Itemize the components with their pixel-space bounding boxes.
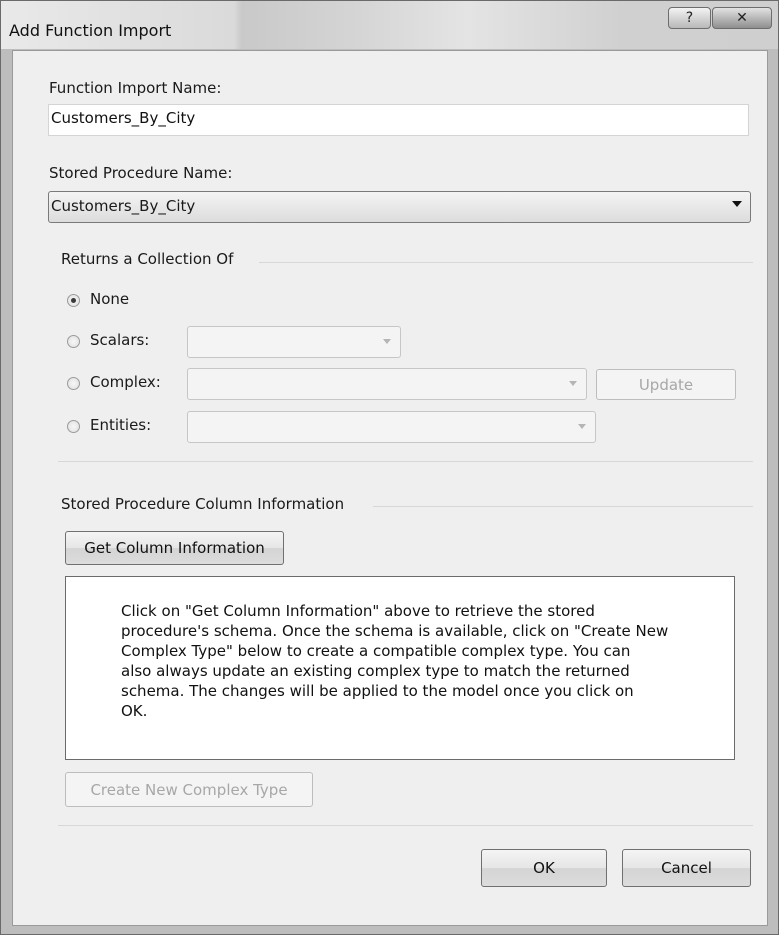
help-button[interactable]: ? <box>668 7 711 29</box>
function-import-name-input[interactable]: Customers_By_City <box>48 104 749 136</box>
stored-procedure-dropdown[interactable]: Customers_By_City <box>48 191 751 223</box>
info-line: also always update an existing complex t… <box>121 662 630 680</box>
radio-complex-label: Complex: <box>90 373 161 391</box>
add-function-import-dialog: Add Function Import ? ✕ Function Import … <box>0 0 779 935</box>
returns-group-label: Returns a Collection Of <box>61 250 234 268</box>
stored-procedure-name-label: Stored Procedure Name: <box>49 164 233 182</box>
radio-entities-label: Entities: <box>90 416 152 434</box>
column-info-group-label: Stored Procedure Column Information <box>61 495 345 513</box>
cancel-button[interactable]: Cancel <box>622 849 751 887</box>
update-button[interactable]: Update <box>596 369 736 400</box>
function-import-name-value: Customers_By_City <box>51 109 196 127</box>
radio-entities[interactable] <box>67 420 80 433</box>
create-new-complex-type-button[interactable]: Create New Complex Type <box>65 772 313 807</box>
close-button[interactable]: ✕ <box>712 7 772 29</box>
ok-button[interactable]: OK <box>481 849 607 887</box>
chevron-down-icon <box>732 201 742 207</box>
radio-none-label: None <box>90 290 130 308</box>
close-icon: ✕ <box>736 10 748 26</box>
info-line: procedure's schema. Once the schema is a… <box>121 622 669 640</box>
chevron-down-icon <box>569 381 577 386</box>
column-info-text: Click on "Get Column Information" above … <box>121 601 681 721</box>
returns-group-divider <box>259 262 753 263</box>
column-info-group-bottom-divider <box>58 825 753 826</box>
help-icon: ? <box>685 10 694 26</box>
info-line: Complex Type" below to create a compatib… <box>121 642 631 660</box>
chevron-down-icon <box>383 339 391 344</box>
column-info-panel: Click on "Get Column Information" above … <box>65 576 735 760</box>
radio-complex[interactable] <box>67 377 80 390</box>
window-title: Add Function Import <box>9 21 172 40</box>
cancel-button-label: Cancel <box>661 859 712 877</box>
dialog-body: Function Import Name: Customers_By_City … <box>12 50 768 926</box>
scalars-dropdown[interactable] <box>187 326 401 358</box>
title-bar: Add Function Import ? ✕ <box>1 1 778 49</box>
create-new-complex-type-label: Create New Complex Type <box>90 780 288 799</box>
info-line: OK. <box>121 702 148 720</box>
entities-dropdown[interactable] <box>187 411 596 443</box>
returns-group-bottom-divider <box>58 461 753 462</box>
get-column-information-label: Get Column Information <box>84 539 265 557</box>
update-button-label: Update <box>638 375 694 394</box>
radio-scalars[interactable] <box>67 335 80 348</box>
radio-scalars-label: Scalars: <box>90 331 150 349</box>
chevron-down-icon <box>578 424 586 429</box>
stored-procedure-selected-value: Customers_By_City <box>51 197 196 215</box>
complex-dropdown[interactable] <box>187 368 587 400</box>
radio-none[interactable] <box>67 294 80 307</box>
column-info-group-divider <box>373 506 753 507</box>
ok-button-label: OK <box>533 859 555 877</box>
info-line: schema. The changes will be applied to t… <box>121 682 634 700</box>
function-import-name-label: Function Import Name: <box>49 79 222 97</box>
info-line: Click on "Get Column Information" above … <box>121 602 595 620</box>
get-column-information-button[interactable]: Get Column Information <box>65 531 284 565</box>
